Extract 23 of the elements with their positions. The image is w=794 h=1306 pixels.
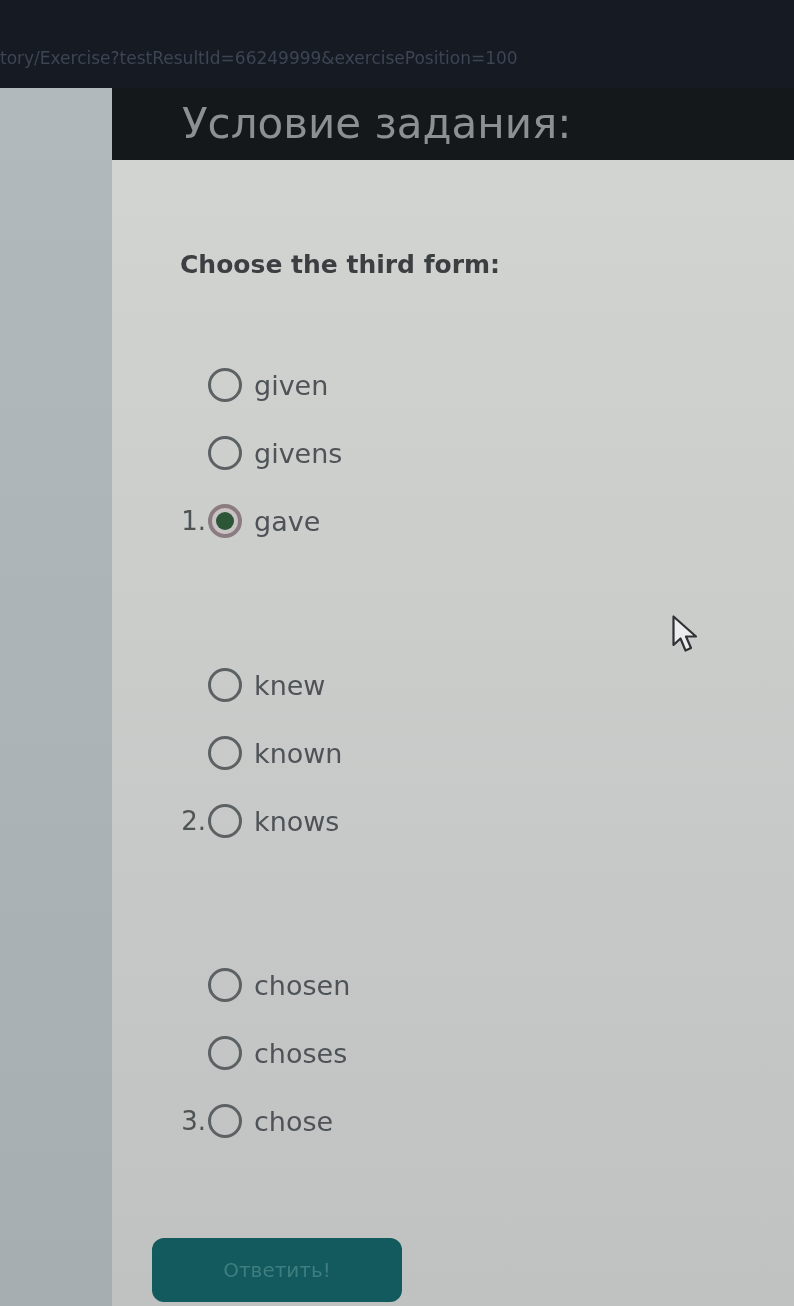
option-label[interactable]: knew xyxy=(254,669,326,701)
option-label[interactable]: choses xyxy=(254,1037,348,1069)
option-label[interactable]: chose xyxy=(254,1105,334,1137)
radio-button[interactable] xyxy=(208,1036,242,1070)
radio-button[interactable] xyxy=(208,436,242,470)
radio-button[interactable] xyxy=(208,804,242,838)
option-label[interactable]: known xyxy=(254,737,343,769)
option-label[interactable]: givens xyxy=(254,437,343,469)
radio-button[interactable] xyxy=(208,668,242,702)
radio-button[interactable] xyxy=(208,504,242,538)
question-number: 1. xyxy=(180,506,207,536)
question-text: Choose the third form: xyxy=(180,249,501,281)
question-number: 2. xyxy=(180,806,207,836)
option-label[interactable]: knows xyxy=(254,805,340,837)
option-label[interactable]: gave xyxy=(254,505,321,537)
radio-button[interactable] xyxy=(208,736,242,770)
radio-button[interactable] xyxy=(208,1104,242,1138)
option-label[interactable]: given xyxy=(254,369,329,401)
question-number: 3. xyxy=(180,1106,207,1136)
option-label[interactable]: chosen xyxy=(254,969,351,1001)
radio-button[interactable] xyxy=(208,968,242,1002)
radio-button[interactable] xyxy=(208,368,242,402)
header-title: Условие задания: xyxy=(182,100,572,148)
